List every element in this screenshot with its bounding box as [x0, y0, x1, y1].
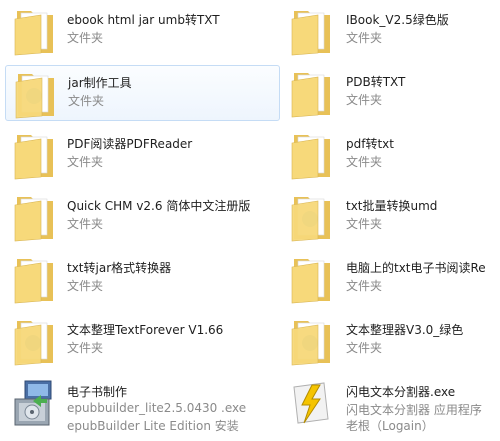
list-item-folder[interactable]: pdf转txt 文件夹 — [282, 127, 498, 183]
item-type: 文件夹 — [346, 93, 383, 107]
list-item-folder[interactable]: 文本整理器V3.0_绿色 文件夹 — [282, 313, 498, 369]
folder-icon — [9, 191, 59, 243]
item-type: 文件夹 — [67, 155, 104, 169]
list-item-folder[interactable]: PDF阅读器PDFReader 文件夹 — [5, 127, 280, 183]
list-item-folder[interactable]: txt转jar格式转换器 文件夹 — [5, 251, 280, 307]
folder-icon — [286, 253, 336, 305]
item-type: 文件夹 — [67, 341, 104, 355]
item-name: ebook html jar umb转TXT — [67, 13, 220, 27]
lightning-app-icon — [286, 377, 336, 429]
folder-icon — [9, 253, 59, 305]
list-item-folder[interactable]: 电脑上的txt电子书阅读Re 文件夹 — [282, 251, 498, 307]
item-name: 电脑上的txt电子书阅读Re — [346, 261, 486, 275]
folder-icon — [286, 129, 336, 181]
item-name: IBook_V2.5绿色版 — [346, 13, 449, 27]
item-type: 文件夹 — [346, 31, 383, 45]
item-name: Quick CHM v2.6 简体中文注册版 — [67, 199, 251, 213]
folder-icon — [286, 67, 336, 119]
item-name: 闪电文本分割器.exe — [346, 385, 456, 399]
list-item-folder[interactable]: PDB转TXT 文件夹 — [282, 65, 498, 121]
item-type: 文件夹 — [346, 155, 383, 169]
list-item-folder[interactable]: 文本整理TextForever V1.66 文件夹 — [5, 313, 280, 369]
item-name: txt批量转换umd — [346, 199, 438, 213]
item-name: 电子书制作 — [67, 385, 128, 399]
folder-icon — [10, 68, 60, 120]
item-type: 文件夹 — [67, 31, 104, 45]
item-type: 文件夹 — [68, 94, 105, 108]
folder-icon — [286, 191, 336, 243]
item-name: 文本整理TextForever V1.66 — [67, 323, 224, 337]
item-name: jar制作工具 — [68, 76, 132, 90]
item-type: 文件夹 — [346, 341, 383, 355]
item-name: PDB转TXT — [346, 75, 406, 89]
item-name: PDF阅读器PDFReader — [67, 137, 193, 151]
item-name: 文本整理器V3.0_绿色 — [346, 323, 464, 337]
item-description: epubBuilder Lite Edition 安装 — [67, 419, 239, 433]
item-type: epubbuilder_lite2.5.0430 .exe — [67, 401, 247, 415]
item-description: 老根（Logain） — [346, 419, 434, 433]
item-type: 文件夹 — [346, 279, 383, 293]
list-item-exe[interactable]: 电子书制作 epubbuilder_lite2.5.0430 .exe epub… — [5, 375, 280, 439]
list-item-folder[interactable]: txt批量转换umd 文件夹 — [282, 189, 498, 245]
item-type: 文件夹 — [346, 217, 383, 231]
item-type: 闪电文本分割器 应用程序 — [346, 403, 482, 417]
folder-icon — [286, 315, 336, 367]
file-list: ebook html jar umb转TXT 文件夹 IBook_V2.5绿色版… — [0, 0, 500, 441]
folder-icon — [9, 129, 59, 181]
folder-icon — [286, 5, 336, 57]
list-item-folder[interactable]: IBook_V2.5绿色版 文件夹 — [282, 3, 498, 59]
list-item-folder[interactable]: ebook html jar umb转TXT 文件夹 — [5, 3, 280, 59]
folder-icon — [9, 315, 59, 367]
folder-icon — [9, 5, 59, 57]
item-type: 文件夹 — [67, 279, 104, 293]
item-type: 文件夹 — [67, 217, 104, 231]
list-item-exe[interactable]: 闪电文本分割器.exe 闪电文本分割器 应用程序 老根（Logain） — [282, 375, 498, 439]
list-item-folder[interactable]: Quick CHM v2.6 简体中文注册版 文件夹 — [5, 189, 280, 245]
item-name: txt转jar格式转换器 — [67, 261, 172, 275]
list-item-folder-selected[interactable]: jar制作工具 文件夹 — [5, 65, 280, 121]
installer-icon — [9, 377, 59, 429]
item-name: pdf转txt — [346, 137, 394, 151]
